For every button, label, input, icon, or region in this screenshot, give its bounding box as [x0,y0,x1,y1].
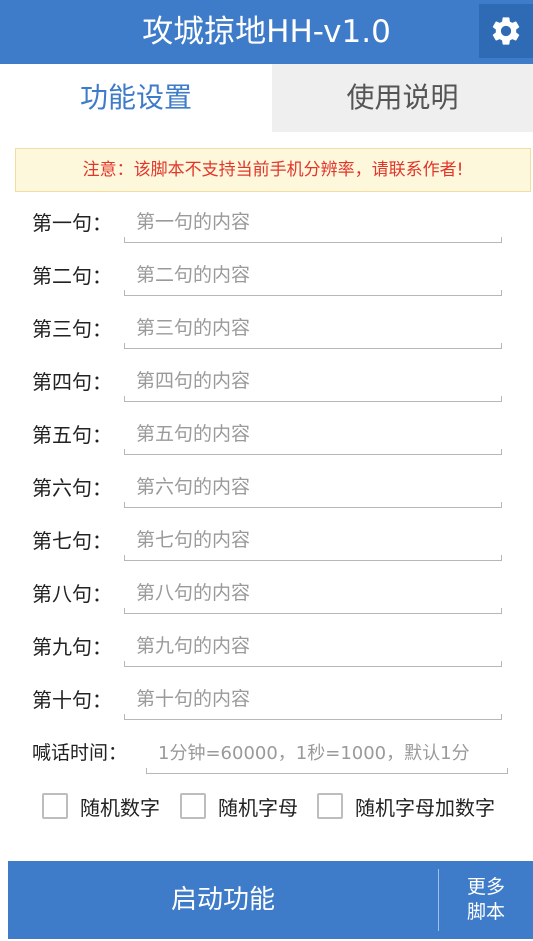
input-underline [124,661,502,667]
gear-icon [492,17,520,45]
input-underline [124,714,502,720]
bottom-action-bar: 启动功能 更多 脚本 [8,861,533,939]
input-underline [146,768,508,774]
shout-time-row: 喊话时间： [0,727,533,780]
sentence-row-7: 第七句： [0,515,533,568]
sentence-label: 第二句： [32,264,112,288]
app-screen: 攻城掠地HH-v1.0 功能设置 使用说明 注意：该脚本不支持当前手机分辨率，请… [0,0,533,941]
random-options: 随机数字 随机字母 随机字母加数字 [0,785,533,827]
input-underline [124,608,502,614]
sentence-label: 第六句： [32,476,112,500]
start-function-button[interactable]: 启动功能 [8,861,438,939]
option-label: 随机数字 [80,795,160,820]
checkbox[interactable] [180,793,206,819]
tab-function-settings[interactable]: 功能设置 [0,64,272,132]
sentence-label: 第七句： [32,529,112,553]
sentence-row-4: 第四句： [0,356,533,409]
app-header: 攻城掠地HH-v1.0 [0,0,533,64]
input-underline [124,449,502,455]
input-underline [124,396,502,402]
app-title: 攻城掠地HH-v1.0 [142,14,391,50]
sentence-row-8: 第八句： [0,568,533,621]
input-underline [124,237,502,243]
sentence-input-1[interactable] [124,205,502,239]
sentence-row-10: 第十句： [0,674,533,727]
sentence-row-3: 第三句： [0,303,533,356]
shout-time-input[interactable] [146,736,508,770]
option-label: 随机字母加数字 [355,795,495,820]
resolution-warning-notice: 注意：该脚本不支持当前手机分辨率，请联系作者! [15,148,531,192]
sentence-row-6: 第六句： [0,462,533,515]
tab-bar: 功能设置 使用说明 [0,64,533,132]
sentence-label: 第九句： [32,635,112,659]
more-label-line1: 更多 [466,876,505,898]
sentence-label: 第一句： [32,211,112,235]
sentence-row-1: 第一句： [0,197,533,250]
sentence-input-6[interactable] [124,470,502,504]
shout-time-label: 喊话时间： [32,742,128,764]
sentence-input-7[interactable] [124,523,502,557]
more-label-line2: 脚本 [466,901,505,923]
checkbox[interactable] [42,793,68,819]
sentence-input-9[interactable] [124,629,502,663]
sentence-label: 第十句： [32,688,112,712]
sentence-label: 第三句： [32,317,112,341]
sentence-input-10[interactable] [124,682,502,716]
sentence-input-2[interactable] [124,258,502,292]
sentence-row-9: 第九句： [0,621,533,674]
input-underline [124,343,502,349]
option-label: 随机字母 [218,795,298,820]
sentence-input-8[interactable] [124,576,502,610]
sentence-input-5[interactable] [124,417,502,451]
sentence-label: 第四句： [32,370,112,394]
more-scripts-button[interactable]: 更多 脚本 [439,861,533,939]
sentence-label: 第五句： [32,423,112,447]
option-random-letters[interactable]: 随机字母 [180,785,298,827]
sentence-row-5: 第五句： [0,409,533,462]
settings-button[interactable] [479,4,533,58]
input-underline [124,290,502,296]
input-underline [124,555,502,561]
input-underline [124,502,502,508]
checkbox[interactable] [317,793,343,819]
sentence-row-2: 第二句： [0,250,533,303]
sentence-label: 第八句： [32,582,112,606]
sentence-input-4[interactable] [124,364,502,398]
tab-usage-instructions[interactable]: 使用说明 [272,64,533,132]
sentence-input-3[interactable] [124,311,502,345]
option-random-letters-digits[interactable]: 随机字母加数字 [317,785,495,827]
option-random-digits[interactable]: 随机数字 [42,785,160,827]
